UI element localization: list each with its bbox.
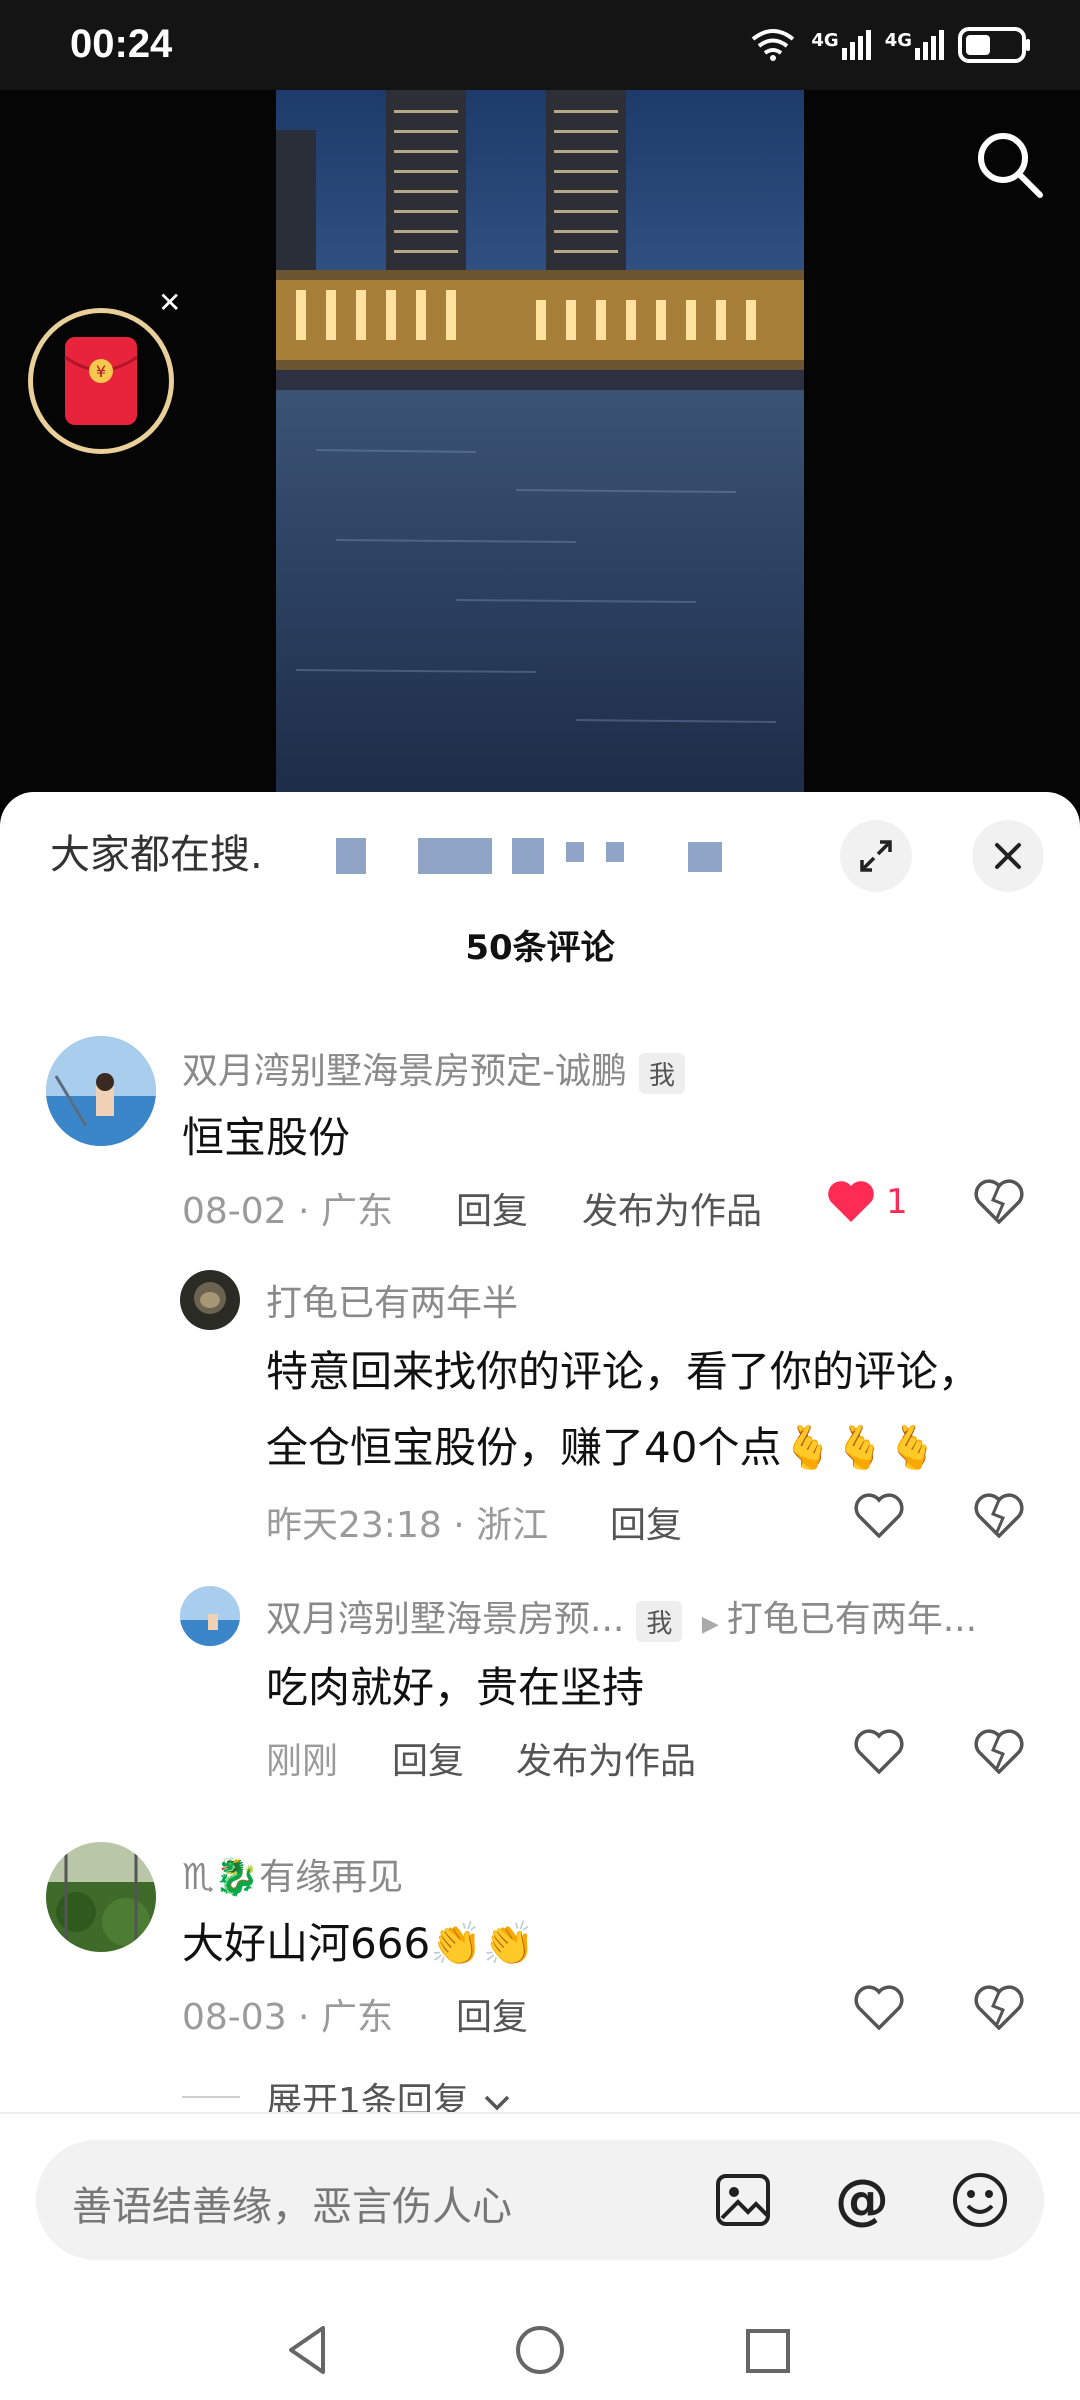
home-icon[interactable] — [512, 2322, 568, 2378]
broken-heart-icon[interactable] — [974, 1728, 1024, 1774]
wifi-icon — [752, 29, 795, 61]
video-frame[interactable] — [276, 90, 804, 800]
svg-text:@: @ — [835, 2170, 889, 2230]
avatar-image — [46, 1842, 156, 1952]
network-label-2: 4G — [884, 30, 912, 51]
at-icon[interactable]: @ — [832, 2170, 892, 2230]
reply-button[interactable]: 回复 — [392, 1732, 464, 1784]
avatar[interactable] — [46, 1842, 156, 1952]
trending-search-label[interactable]: 大家都在搜. — [50, 822, 263, 880]
image-icon[interactable] — [714, 2170, 774, 2230]
close-button[interactable] — [972, 820, 1044, 892]
back-icon[interactable] — [283, 2322, 333, 2378]
like-count: 1 — [886, 1182, 908, 1222]
reply-date: 刚刚 — [266, 1741, 339, 1782]
search-button[interactable] — [970, 125, 1050, 205]
comment-date: 08-02 — [182, 1191, 287, 1232]
battery-icon — [958, 27, 1030, 63]
reply-text: 吃肉就好，贵在坚持 — [266, 1663, 645, 1712]
expand-divider — [182, 2096, 240, 2098]
network-label-1: 4G — [811, 30, 839, 51]
comment-input-bar[interactable]: 善语结善缘，恶言伤人心 @ — [36, 2140, 1044, 2260]
username-text[interactable]: 双月湾别墅海景房预定-诚鹏 — [182, 1051, 627, 1092]
close-icon — [995, 843, 1021, 869]
red-packet-close-icon[interactable]: ✕ — [158, 286, 181, 319]
expand-icon — [860, 840, 892, 872]
red-packet-icon: ¥ — [64, 337, 138, 425]
censored-block — [688, 842, 722, 872]
reply-username[interactable]: 打龟已有两年半 — [266, 1274, 518, 1326]
broken-heart-icon[interactable] — [974, 1492, 1024, 1538]
publish-as-work-button[interactable]: 发布为作品 — [582, 1182, 762, 1234]
avatar[interactable] — [180, 1586, 240, 1646]
svg-text:¥: ¥ — [96, 362, 106, 381]
avatar-image — [46, 1036, 156, 1146]
comment-meta: 08-03 · 广东 — [182, 1997, 393, 2038]
username-text[interactable]: 双月湾别墅海景房预... — [266, 1599, 624, 1640]
red-packet-button[interactable]: ¥ — [28, 308, 174, 454]
heart-icon[interactable] — [854, 1728, 904, 1774]
heart-icon[interactable] — [854, 1492, 904, 1538]
broken-heart-icon[interactable] — [974, 1984, 1024, 2030]
avatar[interactable] — [46, 1036, 156, 1146]
avatar[interactable] — [180, 1270, 240, 1330]
status-bar: 00:24 4G 4G — [0, 0, 1080, 90]
video-thumbnail — [276, 90, 804, 800]
system-nav-bar — [0, 2290, 1080, 2400]
heart-icon[interactable] — [854, 1984, 904, 2030]
comment-count-title: 50条评论 — [465, 928, 615, 968]
recents-icon[interactable] — [743, 2326, 793, 2376]
reply-text-line-2: 全仓恒宝股份，赚了40个点🫰🫰🫰 — [266, 1423, 939, 1472]
status-icons: 4G 4G — [749, 26, 1032, 64]
reply-button[interactable]: 回复 — [456, 1182, 528, 1234]
reply-arrow-icon: ▶ — [701, 1612, 719, 1637]
reply-text-line-1: 特意回来找你的评论，看了你的评论， — [266, 1347, 981, 1396]
signal-2: 4G — [885, 30, 944, 60]
search-icon — [978, 133, 1043, 198]
censored-block — [418, 838, 492, 874]
reply-to-username[interactable]: 打龟已有两年... — [727, 1599, 977, 1640]
comment-username[interactable]: ♏🐉有缘再见 — [182, 1848, 403, 1900]
comment-meta: 08-02 · 广东 — [182, 1191, 393, 1232]
me-badge: 我 — [636, 1600, 683, 1642]
comment-date: 08-03 — [182, 1997, 287, 2038]
comment-input-placeholder[interactable]: 善语结善缘，恶言伤人心 — [72, 2174, 512, 2232]
expand-button[interactable] — [840, 820, 912, 892]
censored-block — [336, 838, 366, 874]
comment-region: 广东 — [320, 1191, 393, 1232]
comment-region: 广东 — [320, 1997, 393, 2038]
reply-button[interactable]: 回复 — [456, 1988, 528, 2040]
heart-icon[interactable] — [826, 1178, 876, 1224]
reply-meta: 昨天23:18 · 浙江 — [266, 1505, 549, 1546]
comment-text: 大好山河666👏👏 — [182, 1919, 535, 1968]
broken-heart-icon[interactable] — [974, 1178, 1024, 1224]
censored-block — [566, 842, 584, 862]
signal-1: 4G — [811, 30, 871, 60]
censored-block — [606, 842, 624, 862]
video-player[interactable]: ¥ ✕ — [0, 90, 1080, 800]
publish-as-work-button[interactable]: 发布为作品 — [516, 1732, 696, 1784]
reply-username[interactable]: 双月湾别墅海景房预... 我 ▶ 打龟已有两年... — [266, 1590, 977, 1642]
emoji-icon[interactable] — [950, 2170, 1010, 2230]
me-badge: 我 — [639, 1052, 686, 1094]
avatar-image — [180, 1586, 240, 1646]
censored-block — [512, 838, 544, 874]
comment-username[interactable]: 双月湾别墅海景房预定-诚鹏我 — [182, 1042, 686, 1094]
comment-text: 恒宝股份 — [182, 1113, 351, 1162]
status-time: 00:24 — [70, 22, 173, 66]
avatar-image — [180, 1270, 240, 1330]
reply-date: 昨天23:18 — [266, 1505, 442, 1546]
reply-region: 浙江 — [476, 1505, 549, 1546]
reply-button[interactable]: 回复 — [610, 1496, 682, 1548]
